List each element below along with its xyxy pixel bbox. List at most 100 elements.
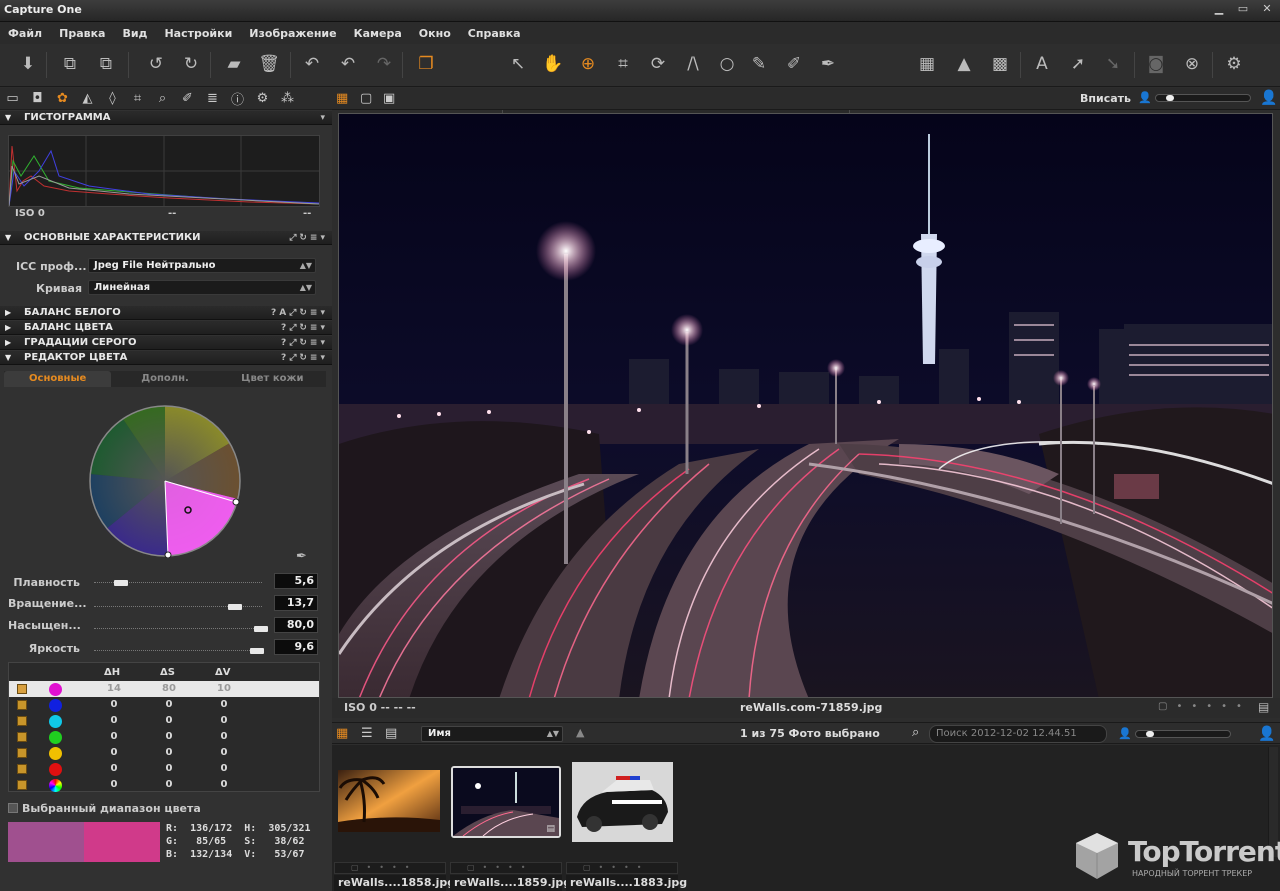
keystone-icon[interactable]: /\	[681, 52, 705, 76]
thumb-size-knob[interactable]	[1146, 731, 1154, 737]
thumb-rating[interactable]: ▢••••	[566, 862, 678, 874]
search-input[interactable]: Поиск 2012-12-02 12.44.51	[929, 725, 1107, 743]
preferences-gear-icon[interactable]: ⚙	[1222, 52, 1246, 76]
spot-icon[interactable]: ○	[715, 52, 739, 76]
thumb-rating[interactable]: ▢••••	[450, 862, 562, 874]
single-view-icon[interactable]: ▢	[360, 91, 372, 106]
redo-icon[interactable]: ↷	[372, 52, 396, 76]
menu-edit[interactable]: Правка	[59, 27, 105, 40]
text-icon[interactable]: A	[1030, 52, 1054, 76]
thumbnail-view-icon[interactable]: ▦	[336, 726, 348, 741]
exposure-icon[interactable]: ◭	[79, 91, 96, 106]
sort-select[interactable]: Имя ▲▼	[421, 726, 563, 742]
curve-select[interactable]: Линейная ▲▼	[88, 280, 316, 295]
white-balance-header[interactable]: ▶ БАЛАНС БЕЛОГО ?A⤢↻≡▾	[0, 306, 332, 320]
smoothness-value[interactable]: 5,6	[274, 573, 318, 589]
fit-label[interactable]: Вписать	[1080, 92, 1131, 105]
color-balance-header[interactable]: ▶ БАЛАНС ЦВЕТА ?⤢↻≡▾	[0, 321, 332, 335]
list-icon[interactable]: ▤	[1258, 700, 1269, 714]
picker-icon[interactable]: ✐	[782, 52, 806, 76]
minimize-button[interactable]: ▁	[1210, 2, 1228, 15]
thumb-rating[interactable]: ▢••••	[334, 862, 446, 874]
zoom-icon[interactable]: ⊕	[576, 52, 600, 76]
menu-image[interactable]: Изображение	[249, 27, 336, 40]
adjust-icon[interactable]: ✐	[179, 91, 196, 106]
list-view-icon[interactable]: ☰	[361, 726, 373, 741]
basic-header[interactable]: ▼ ОСНОВНЫЕ ХАРАКТЕРИСТИКИ ⤢↻≡▾	[0, 231, 332, 245]
rotation-slider[interactable]	[228, 604, 242, 610]
main-photo[interactable]	[338, 113, 1273, 698]
zoom-slider-knob[interactable]	[1166, 95, 1174, 101]
arrow-up-icon[interactable]: ➚	[1066, 52, 1090, 76]
table-row[interactable]: 0 0 0	[9, 697, 319, 713]
info-icon[interactable]: ⓘ	[229, 89, 246, 108]
menu-view[interactable]: Вид	[122, 27, 147, 40]
histogram-header[interactable]: ▼ ГИСТОГРАММА ▾	[0, 111, 332, 125]
import-icon[interactable]: ⬇	[16, 52, 40, 76]
wb-picker-icon[interactable]: ✒	[816, 52, 840, 76]
folder-icon[interactable]: ▭	[4, 91, 21, 106]
thumbnail-selected[interactable]: ▤	[451, 766, 561, 838]
sort-direction-icon[interactable]: ▲	[576, 726, 584, 739]
row-checkbox[interactable]	[17, 748, 27, 758]
hand-icon[interactable]: ✋	[541, 52, 565, 76]
color-wheel[interactable]	[88, 404, 242, 559]
tab-advanced[interactable]: Дополн.	[111, 371, 218, 387]
thumb-size-slider[interactable]	[1135, 730, 1231, 738]
menu-file[interactable]: Файл	[8, 27, 42, 40]
row-checkbox[interactable]	[17, 764, 27, 774]
rotation-value[interactable]: 13,7	[274, 595, 318, 611]
rotate-right-icon[interactable]: ↻	[179, 52, 203, 76]
compare-left-icon[interactable]: ⧉	[58, 52, 82, 76]
row-checkbox[interactable]	[17, 700, 27, 710]
row-checkbox[interactable]	[17, 684, 27, 694]
menu-window[interactable]: Окно	[419, 27, 451, 40]
compare-right-icon[interactable]: ⧉	[94, 52, 118, 76]
rotate-tool-icon[interactable]: ⟳	[646, 52, 670, 76]
thumbnail[interactable]	[338, 770, 440, 832]
table-row[interactable]: 0 0 0	[9, 729, 319, 745]
color-editor-header[interactable]: ▼ РЕДАКТОР ЦВЕТА ?⤢↻≡▾	[0, 351, 332, 365]
reset-icon[interactable]: ↶	[300, 52, 324, 76]
table-row[interactable]: 0 0 0	[9, 713, 319, 729]
cancel-icon[interactable]: ⊗	[1180, 52, 1204, 76]
tab-skin[interactable]: Цвет кожи	[219, 371, 326, 387]
grayscale-header[interactable]: ▶ ГРАДАЦИИ СЕРОГО ?⤢↻≡▾	[0, 336, 332, 350]
row-checkbox[interactable]	[17, 780, 27, 790]
selected-range-checkbox[interactable]	[8, 803, 18, 813]
table-row[interactable]: 14 80 10	[9, 681, 319, 697]
close-button[interactable]: ✕	[1258, 2, 1276, 15]
table-row[interactable]: 0 0 0	[9, 761, 319, 777]
crop-icon[interactable]: ⌗	[129, 91, 146, 106]
multi-view-icon[interactable]: ▦	[336, 91, 348, 106]
table-row[interactable]: 0 0 0	[9, 777, 319, 793]
lens-icon[interactable]: ◊	[104, 91, 121, 106]
menu-help[interactable]: Справка	[468, 27, 521, 40]
gear-icon[interactable]: ⚙	[254, 91, 271, 106]
row-checkbox[interactable]	[17, 732, 27, 742]
lightness-value[interactable]: 9,6	[274, 639, 318, 655]
lightness-slider[interactable]	[250, 648, 264, 654]
selected-range-toggle[interactable]: Выбранный диапазон цвета	[8, 802, 201, 815]
color-icon[interactable]: ✿	[54, 91, 71, 106]
move-folder-icon[interactable]: ▰	[222, 52, 246, 76]
undo-icon[interactable]: ↶	[336, 52, 360, 76]
grid-view-icon[interactable]: ▦	[915, 52, 939, 76]
icc-select[interactable]: Jpeg File Нейтрально ▲▼	[88, 258, 316, 273]
warning-icon[interactable]: ▲	[952, 52, 976, 76]
menu-settings[interactable]: Настройки	[164, 27, 232, 40]
eyedropper-icon[interactable]: ✒	[296, 549, 312, 565]
primary-view-icon[interactable]: ▣	[383, 91, 395, 106]
arrow-down-icon[interactable]: ➘	[1101, 52, 1125, 76]
tab-basic[interactable]: Основные	[4, 371, 112, 387]
saturation-slider[interactable]	[254, 626, 268, 632]
variants-icon[interactable]: ❐	[414, 52, 438, 76]
table-row[interactable]: 0 0 0	[9, 745, 319, 761]
smoothness-slider[interactable]	[114, 580, 128, 586]
zoom-slider[interactable]	[1155, 94, 1251, 102]
row-checkbox[interactable]	[17, 716, 27, 726]
grid-icon[interactable]: ▩	[988, 52, 1012, 76]
focus-icon[interactable]: ⌕	[154, 91, 171, 106]
saturation-value[interactable]: 80,0	[274, 617, 318, 633]
maximize-button[interactable]: ▭	[1234, 2, 1252, 15]
